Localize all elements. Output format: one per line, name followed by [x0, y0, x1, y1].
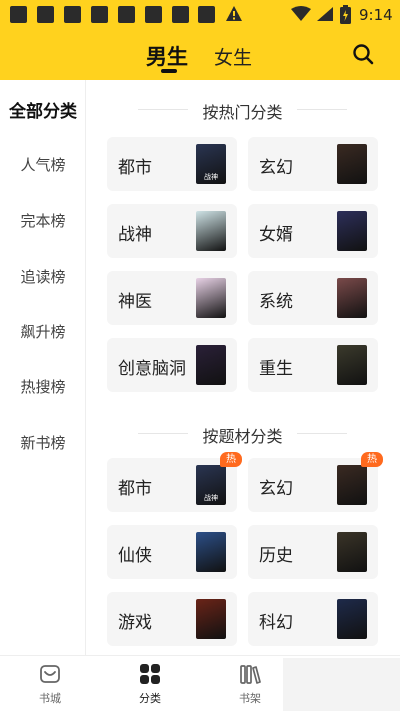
notification-icon	[64, 6, 81, 23]
category-label: 游戏	[118, 613, 152, 633]
battery-charging-icon	[340, 5, 351, 24]
notification-icon	[145, 6, 162, 23]
nav-item-bookstore[interactable]: 书城	[15, 656, 85, 711]
divider-line	[297, 433, 347, 434]
category-card[interactable]: 女婿	[248, 204, 378, 258]
tab-female[interactable]: 女生	[214, 43, 252, 70]
notification-icon	[118, 6, 135, 23]
category-label: 重生	[259, 359, 293, 379]
notification-icon	[91, 6, 108, 23]
divider-line	[297, 109, 347, 110]
book-cover-thumbnail	[196, 211, 226, 251]
nav-label: 书架	[239, 692, 261, 705]
category-sidebar: 全部分类 人气榜 完本榜 追读榜 飙升榜 热搜榜 新书榜	[0, 80, 86, 655]
section-title-genre: 按题材分类	[202, 427, 283, 446]
category-card[interactable]: 战神	[107, 204, 237, 258]
search-icon[interactable]	[352, 43, 374, 65]
category-label: 系统	[259, 292, 293, 312]
hot-badge: 热	[220, 452, 242, 467]
book-cover-thumbnail: 战神	[196, 465, 226, 505]
nav-overlay	[283, 658, 400, 711]
category-label: 仙侠	[118, 546, 152, 566]
status-time: 9:14	[359, 6, 393, 24]
category-label: 历史	[259, 546, 293, 566]
category-label: 玄幻	[259, 158, 293, 178]
category-grid-icon	[140, 664, 160, 684]
top-bar: 9:14 男生 女生	[0, 0, 400, 80]
book-cover-thumbnail	[196, 599, 226, 639]
category-card[interactable]: 玄幻 热	[248, 452, 383, 512]
notification-icon	[198, 6, 215, 23]
sidebar-item-following[interactable]: 追读榜	[0, 266, 86, 287]
book-cover-thumbnail	[337, 211, 367, 251]
category-card[interactable]: 重生	[248, 338, 378, 392]
book-cover-thumbnail	[196, 532, 226, 572]
book-cover-thumbnail	[337, 278, 367, 318]
book-cover-thumbnail	[337, 144, 367, 184]
nav-label: 书城	[39, 692, 61, 705]
category-card[interactable]: 系统	[248, 271, 378, 325]
sidebar-item-rising[interactable]: 飙升榜	[0, 321, 86, 342]
sidebar-item-all-categories[interactable]: 全部分类	[0, 97, 86, 122]
book-cover-thumbnail	[196, 278, 226, 318]
bookstore-icon	[40, 665, 60, 683]
category-card[interactable]: 玄幻	[248, 137, 378, 191]
cover-title: 战神	[204, 173, 218, 181]
sidebar-item-hot-search[interactable]: 热搜榜	[0, 376, 86, 397]
book-cover-thumbnail	[196, 345, 226, 385]
category-card[interactable]: 都市战神 热	[107, 452, 242, 512]
warning-icon	[226, 6, 242, 21]
category-card[interactable]: 历史	[248, 525, 378, 579]
bookshelf-icon	[240, 665, 261, 684]
nav-item-bookshelf[interactable]: 书架	[215, 656, 285, 711]
category-card[interactable]: 创意脑洞	[107, 338, 237, 392]
cover-title: 战神	[204, 494, 218, 502]
tab-active-indicator	[161, 69, 177, 73]
category-card[interactable]: 仙侠	[107, 525, 237, 579]
hot-badge: 热	[361, 452, 383, 467]
category-label: 战神	[118, 225, 152, 245]
book-cover-thumbnail	[337, 599, 367, 639]
category-card[interactable]: 都市战神	[107, 137, 237, 191]
notification-icon	[10, 6, 27, 23]
signal-icon	[317, 7, 333, 21]
notification-icon	[37, 6, 54, 23]
status-bar: 9:14	[0, 0, 400, 30]
book-cover-thumbnail	[337, 532, 367, 572]
book-cover-thumbnail	[337, 345, 367, 385]
category-card[interactable]: 神医	[107, 271, 237, 325]
sidebar-item-completed[interactable]: 完本榜	[0, 210, 86, 231]
notification-icon	[172, 6, 189, 23]
category-card[interactable]: 游戏	[107, 592, 237, 646]
section-title-hot: 按热门分类	[202, 103, 283, 122]
category-label: 女婿	[259, 225, 293, 245]
tab-male[interactable]: 男生	[146, 41, 188, 71]
nav-item-category[interactable]: 分类	[115, 656, 185, 711]
nav-label: 分类	[139, 692, 161, 705]
book-cover-thumbnail	[337, 465, 367, 505]
category-label: 都市	[118, 158, 152, 178]
category-label: 都市	[118, 479, 152, 499]
sidebar-item-new-books[interactable]: 新书榜	[0, 432, 86, 453]
category-label: 玄幻	[259, 479, 293, 499]
category-label: 神医	[118, 292, 152, 312]
wifi-icon	[291, 6, 311, 21]
category-label: 科幻	[259, 613, 293, 633]
category-label: 创意脑洞	[118, 359, 186, 379]
category-card[interactable]: 科幻	[248, 592, 378, 646]
book-cover-thumbnail: 战神	[196, 144, 226, 184]
sidebar-item-popularity[interactable]: 人气榜	[0, 154, 86, 175]
